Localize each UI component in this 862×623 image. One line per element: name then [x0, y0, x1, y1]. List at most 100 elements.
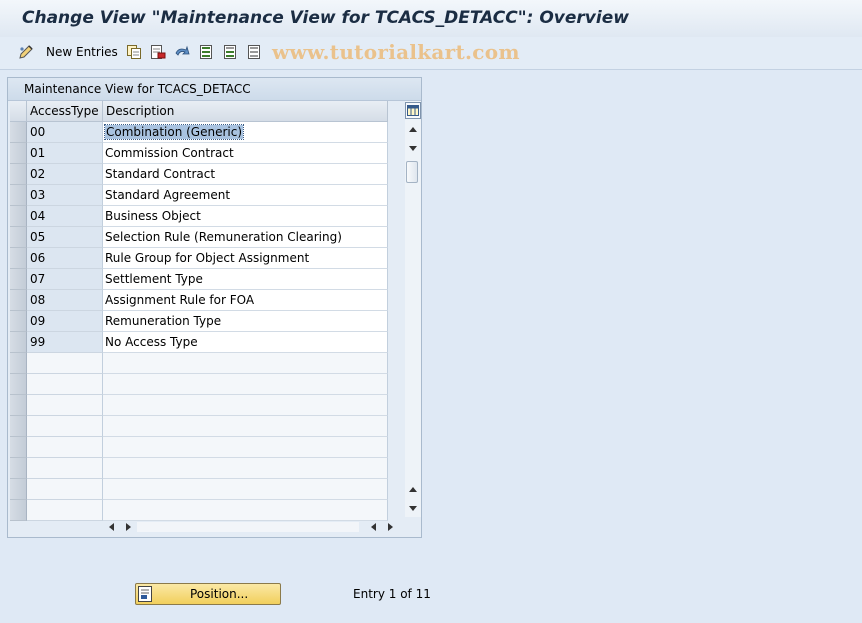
table-row[interactable]: 01 Commission Contract [10, 143, 388, 164]
row-selector[interactable] [10, 479, 27, 500]
select-all-rows-header[interactable] [10, 101, 27, 122]
accesstype-cell[interactable]: 07 [27, 269, 103, 290]
table-row[interactable]: 00 Combination (Generic) [10, 122, 388, 143]
new-entries-button[interactable]: New Entries [46, 45, 118, 59]
empty-table-row[interactable] [10, 479, 388, 500]
accesstype-cell[interactable]: 02 [27, 164, 103, 185]
scroll-thumb[interactable] [406, 161, 418, 183]
column-header-accesstype[interactable]: AccessType [27, 101, 103, 122]
table-row[interactable]: 07 Settlement Type [10, 269, 388, 290]
accesstype-cell[interactable] [27, 395, 103, 416]
empty-table-row[interactable] [10, 353, 388, 374]
accesstype-cell[interactable] [27, 374, 103, 395]
empty-table-row[interactable] [10, 374, 388, 395]
row-selector[interactable] [10, 458, 27, 479]
column-settings-button[interactable] [405, 102, 421, 119]
table-row[interactable]: 99 No Access Type [10, 332, 388, 353]
table-row[interactable]: 05 Selection Rule (Remuneration Clearing) [10, 227, 388, 248]
row-selector[interactable] [10, 269, 27, 290]
scroll-down-arrow-icon[interactable] [408, 143, 418, 153]
row-selector[interactable] [10, 311, 27, 332]
empty-table-row[interactable] [10, 416, 388, 437]
row-selector[interactable] [10, 290, 27, 311]
deselect-all-icon[interactable] [246, 44, 262, 60]
accesstype-cell[interactable]: 04 [27, 206, 103, 227]
scroll-right-arrow-icon[interactable] [123, 522, 133, 532]
row-selector[interactable] [10, 416, 27, 437]
description-cell[interactable]: Standard Agreement [103, 185, 388, 206]
row-selector[interactable] [10, 143, 27, 164]
accesstype-cell[interactable] [27, 437, 103, 458]
row-selector[interactable] [10, 332, 27, 353]
table-row[interactable]: 03 Standard Agreement [10, 185, 388, 206]
table-row[interactable]: 08 Assignment Rule for FOA [10, 290, 388, 311]
empty-table-row[interactable] [10, 500, 388, 521]
description-cell[interactable]: Standard Contract [103, 164, 388, 185]
empty-table-row[interactable] [10, 437, 388, 458]
accesstype-cell[interactable]: 08 [27, 290, 103, 311]
accesstype-cell[interactable] [27, 353, 103, 374]
vertical-scrollbar[interactable] [405, 101, 421, 517]
table-row[interactable]: 04 Business Object [10, 206, 388, 227]
description-cell[interactable] [103, 479, 388, 500]
description-cell[interactable] [103, 353, 388, 374]
table-row[interactable]: 02 Standard Contract [10, 164, 388, 185]
select-block-icon[interactable] [222, 44, 238, 60]
table-row[interactable]: 06 Rule Group for Object Assignment [10, 248, 388, 269]
description-cell[interactable]: No Access Type [103, 332, 388, 353]
accesstype-cell[interactable]: 05 [27, 227, 103, 248]
row-selector[interactable] [10, 374, 27, 395]
edit-pencil-icon[interactable] [18, 44, 34, 60]
accesstype-cell[interactable] [27, 500, 103, 521]
scroll-end-left-arrow-icon[interactable] [369, 522, 379, 532]
accesstype-cell[interactable]: 03 [27, 185, 103, 206]
empty-table-row[interactable] [10, 395, 388, 416]
row-selector[interactable] [10, 500, 27, 521]
row-selector[interactable] [10, 206, 27, 227]
description-cell[interactable]: Rule Group for Object Assignment [103, 248, 388, 269]
description-cell[interactable]: Remuneration Type [103, 311, 388, 332]
scroll-left-arrow-icon[interactable] [107, 522, 117, 532]
accesstype-cell[interactable] [27, 458, 103, 479]
row-selector[interactable] [10, 353, 27, 374]
horizontal-scroll-track[interactable] [137, 522, 359, 532]
accesstype-cell[interactable]: 01 [27, 143, 103, 164]
description-cell[interactable] [103, 500, 388, 521]
description-cell[interactable] [103, 437, 388, 458]
description-cell[interactable]: Selection Rule (Remuneration Clearing) [103, 227, 388, 248]
position-button[interactable]: Position... [135, 583, 281, 605]
accesstype-cell[interactable]: 99 [27, 332, 103, 353]
accesstype-cell[interactable]: 09 [27, 311, 103, 332]
row-selector[interactable] [10, 248, 27, 269]
horizontal-scrollbar[interactable] [103, 520, 403, 534]
row-selector[interactable] [10, 395, 27, 416]
row-selector[interactable] [10, 437, 27, 458]
row-selector[interactable] [10, 122, 27, 143]
description-cell[interactable]: Combination (Generic) [103, 122, 388, 143]
accesstype-cell[interactable]: 00 [27, 122, 103, 143]
select-all-icon[interactable] [198, 44, 214, 60]
scroll-page-up-arrow-icon[interactable] [408, 485, 418, 495]
undo-icon[interactable] [174, 44, 190, 60]
table-row[interactable]: 09 Remuneration Type [10, 311, 388, 332]
column-header-description[interactable]: Description [103, 101, 388, 122]
empty-table-row[interactable] [10, 458, 388, 479]
description-cell[interactable] [103, 416, 388, 437]
delete-icon[interactable] [150, 44, 166, 60]
scroll-up-arrow-icon[interactable] [408, 125, 418, 135]
scroll-page-down-arrow-icon[interactable] [408, 503, 418, 513]
description-cell[interactable] [103, 395, 388, 416]
description-cell[interactable] [103, 458, 388, 479]
scroll-end-right-arrow-icon[interactable] [385, 522, 395, 532]
description-cell[interactable]: Business Object [103, 206, 388, 227]
accesstype-cell[interactable]: 06 [27, 248, 103, 269]
row-selector[interactable] [10, 185, 27, 206]
row-selector[interactable] [10, 227, 27, 248]
description-cell[interactable]: Commission Contract [103, 143, 388, 164]
copy-icon[interactable] [126, 44, 142, 60]
row-selector[interactable] [10, 164, 27, 185]
accesstype-cell[interactable] [27, 479, 103, 500]
accesstype-cell[interactable] [27, 416, 103, 437]
description-cell[interactable]: Assignment Rule for FOA [103, 290, 388, 311]
description-cell[interactable] [103, 374, 388, 395]
